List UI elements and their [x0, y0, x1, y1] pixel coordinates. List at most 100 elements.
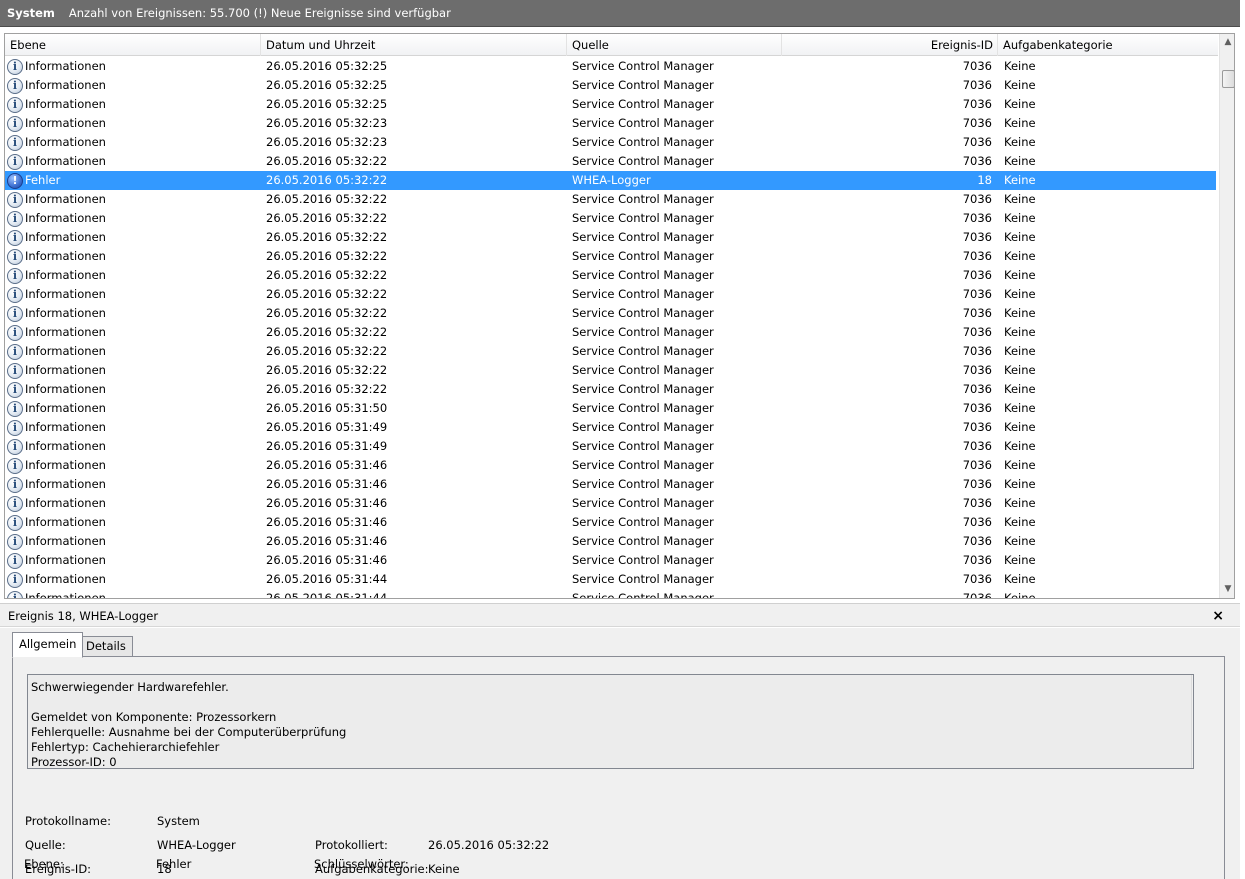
- table-row[interactable]: i Informationen 26.05.2016 05:32:22 Service…: [5, 152, 1216, 171]
- scroll-down-icon[interactable]: ▼: [1220, 581, 1234, 598]
- table-row[interactable]: i Informationen 26.05.2016 05:31:46 Service…: [5, 456, 1216, 475]
- scroll-down-icon[interactable]: ▼: [1192, 752, 1193, 768]
- info-icon: i: [7, 438, 23, 455]
- level-cell: i Informationen: [7, 380, 257, 399]
- event-id-cell: 7036: [962, 249, 992, 263]
- level-text: Informationen: [25, 439, 106, 453]
- description-line: Fehlertyp: Cachehierarchiefehler: [31, 740, 220, 754]
- date-cell: 26.05.2016 05:32:22: [266, 325, 388, 339]
- date-cell: 26.05.2016 05:32:22: [266, 268, 388, 282]
- column-header-task-category[interactable]: Aufgabenkategorie: [998, 34, 1218, 56]
- table-row[interactable]: ! Fehler 26.05.2016 05:32:22 WHEA-Logger 18 K…: [5, 171, 1216, 190]
- date-cell: 26.05.2016 05:32:25: [266, 59, 388, 73]
- column-header-source[interactable]: Quelle: [567, 34, 782, 56]
- date-cell: 26.05.2016 05:32:22: [266, 306, 388, 320]
- source-cell: Service Control Manager: [572, 496, 714, 510]
- level-cell: i Informationen: [7, 57, 257, 76]
- level-cell: ! Fehler: [7, 171, 257, 190]
- table-row[interactable]: i Informationen 26.05.2016 05:32:22 Service…: [5, 190, 1216, 209]
- event-list-scrollbar[interactable]: ▲ ▼: [1219, 34, 1234, 598]
- table-row[interactable]: i Informationen 26.05.2016 05:32:22 Service…: [5, 285, 1216, 304]
- source-cell: Service Control Manager: [572, 401, 714, 415]
- table-row[interactable]: i Informationen 26.05.2016 05:31:49 Service…: [5, 437, 1216, 456]
- tab-general[interactable]: Allgemein: [12, 632, 84, 658]
- level-cell: i Informationen: [7, 285, 257, 304]
- table-row[interactable]: i Informationen 26.05.2016 05:32:25 Service…: [5, 95, 1216, 114]
- source-cell: Service Control Manager: [572, 534, 714, 548]
- info-icon: i: [7, 552, 23, 569]
- table-row[interactable]: i Informationen 26.05.2016 05:31:44 Service…: [5, 589, 1216, 598]
- date-cell: 26.05.2016 05:32:22: [266, 363, 388, 377]
- column-header-date[interactable]: Datum und Uhrzeit: [261, 34, 567, 56]
- event-id-cell: 7036: [962, 382, 992, 396]
- table-row[interactable]: i Informationen 26.05.2016 05:31:44 Service…: [5, 570, 1216, 589]
- column-header-event-id[interactable]: Ereignis-ID: [782, 34, 998, 56]
- event-description[interactable]: Schwerwiegender Hardwarefehler. Gemeldet…: [27, 674, 1194, 769]
- table-row[interactable]: i Informationen 26.05.2016 05:31:49 Service…: [5, 418, 1216, 437]
- level-text: Informationen: [25, 325, 106, 339]
- date-cell: 26.05.2016 05:32:25: [266, 78, 388, 92]
- table-row[interactable]: i Informationen 26.05.2016 05:31:50 Service…: [5, 399, 1216, 418]
- event-id-cell: 7036: [962, 496, 992, 510]
- date-cell: 26.05.2016 05:32:22: [266, 287, 388, 301]
- table-row[interactable]: i Informationen 26.05.2016 05:31:46 Service…: [5, 475, 1216, 494]
- table-row[interactable]: i Informationen 26.05.2016 05:32:22 Service…: [5, 304, 1216, 323]
- table-row[interactable]: i Informationen 26.05.2016 05:32:23 Service…: [5, 133, 1216, 152]
- level-cell: i Informationen: [7, 342, 257, 361]
- table-row[interactable]: i Informationen 26.05.2016 05:31:46 Service…: [5, 532, 1216, 551]
- source-cell: Service Control Manager: [572, 192, 714, 206]
- source-cell: Service Control Manager: [572, 572, 714, 586]
- task-category-cell: Keine: [1004, 401, 1036, 415]
- table-row[interactable]: i Informationen 26.05.2016 05:31:46 Service…: [5, 513, 1216, 532]
- info-icon: i: [7, 495, 23, 512]
- table-row[interactable]: i Informationen 26.05.2016 05:32:22 Service…: [5, 209, 1216, 228]
- info-icon: i: [7, 153, 23, 170]
- event-id-cell: 7036: [962, 401, 992, 415]
- scroll-up-icon[interactable]: ▲: [1192, 675, 1193, 691]
- event-id-cell: 7036: [962, 325, 992, 339]
- event-list[interactable]: Ebene Datum und Uhrzeit Quelle Ereignis-…: [4, 33, 1235, 599]
- table-row[interactable]: i Informationen 26.05.2016 05:32:25 Service…: [5, 76, 1216, 95]
- level-text: Informationen: [25, 287, 106, 301]
- task-category-cell: Keine: [1004, 344, 1036, 358]
- column-header-level[interactable]: Ebene: [5, 34, 261, 56]
- level-text: Informationen: [25, 401, 106, 415]
- table-row[interactable]: i Informationen 26.05.2016 05:32:22 Service…: [5, 361, 1216, 380]
- table-row[interactable]: i Informationen 26.05.2016 05:32:22 Service…: [5, 342, 1216, 361]
- close-icon[interactable]: ×: [1212, 604, 1224, 628]
- scrollbar-thumb[interactable]: [1222, 70, 1234, 88]
- info-icon: i: [7, 267, 23, 284]
- table-row[interactable]: i Informationen 26.05.2016 05:31:46 Service…: [5, 551, 1216, 570]
- info-icon: i: [7, 571, 23, 588]
- date-cell: 26.05.2016 05:31:50: [266, 401, 388, 415]
- table-row[interactable]: i Informationen 26.05.2016 05:32:22 Service…: [5, 380, 1216, 399]
- table-row[interactable]: i Informationen 26.05.2016 05:31:46 Service…: [5, 494, 1216, 513]
- date-cell: 26.05.2016 05:32:22: [266, 249, 388, 263]
- level-text: Informationen: [25, 477, 106, 491]
- task-category-cell: Keine: [1004, 382, 1036, 396]
- date-cell: 26.05.2016 05:31:46: [266, 458, 388, 472]
- scroll-up-icon[interactable]: ▲: [1220, 34, 1234, 51]
- event-id-cell: 7036: [962, 192, 992, 206]
- event-id-cell: 7036: [962, 515, 992, 529]
- table-row[interactable]: i Informationen 26.05.2016 05:32:22 Service…: [5, 266, 1216, 285]
- info-icon: i: [7, 324, 23, 341]
- table-row[interactable]: i Informationen 26.05.2016 05:32:22 Service…: [5, 247, 1216, 266]
- info-icon: i: [7, 115, 23, 132]
- info-icon: i: [7, 419, 23, 436]
- source-cell: Service Control Manager: [572, 458, 714, 472]
- tab-details[interactable]: Details: [79, 636, 133, 657]
- description-scrollbar[interactable]: ▲ ≡ ▼: [1191, 675, 1193, 768]
- table-row[interactable]: i Informationen 26.05.2016 05:32:25 Service…: [5, 57, 1216, 76]
- event-count-status[interactable]: Anzahl von Ereignissen: 55.700 (!) Neue …: [69, 6, 451, 20]
- level-cell: i Informationen: [7, 247, 257, 266]
- task-category-value: Keine: [428, 862, 460, 876]
- source-cell: Service Control Manager: [572, 439, 714, 453]
- source-cell: Service Control Manager: [572, 78, 714, 92]
- table-row[interactable]: i Informationen 26.05.2016 05:32:22 Service…: [5, 323, 1216, 342]
- table-row[interactable]: i Informationen 26.05.2016 05:32:22 Service…: [5, 228, 1216, 247]
- table-row[interactable]: i Informationen 26.05.2016 05:32:23 Service…: [5, 114, 1216, 133]
- source-cell: Service Control Manager: [572, 553, 714, 567]
- date-cell: 26.05.2016 05:31:46: [266, 553, 388, 567]
- date-cell: 26.05.2016 05:32:23: [266, 135, 388, 149]
